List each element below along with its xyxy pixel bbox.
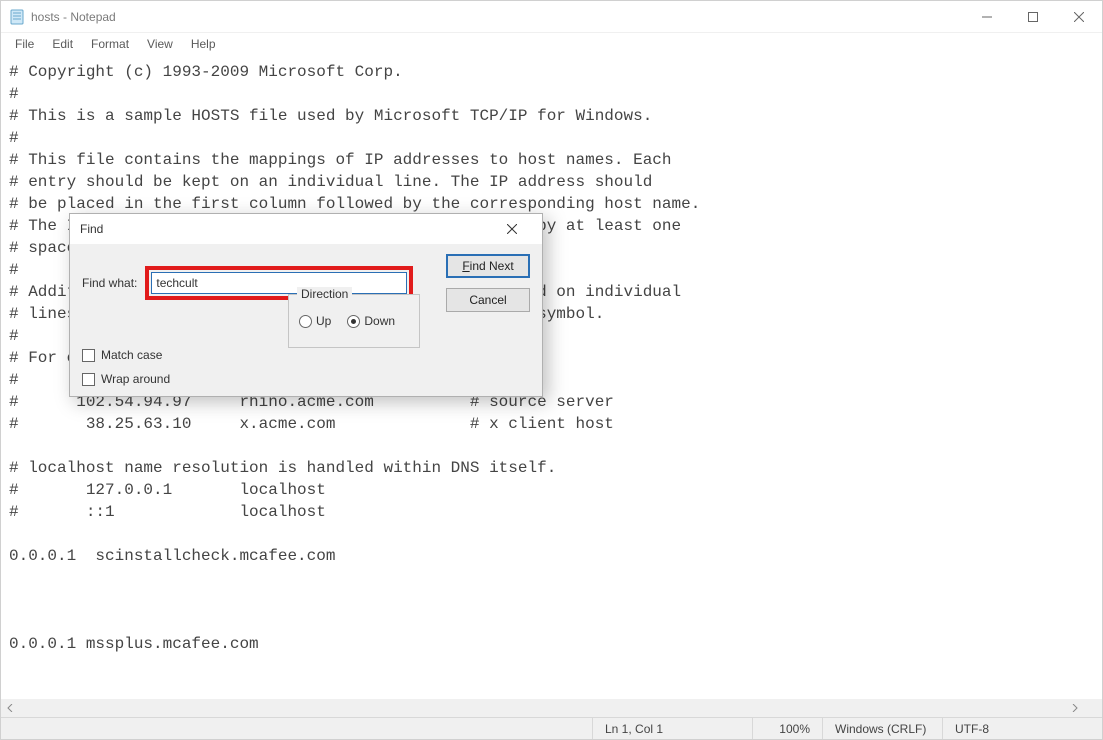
find-input[interactable] <box>151 272 407 294</box>
find-close-button[interactable] <box>492 215 532 243</box>
menu-format[interactable]: Format <box>83 35 137 53</box>
scroll-right-icon[interactable] <box>1066 699 1084 717</box>
direction-legend: Direction <box>297 287 352 301</box>
menu-view[interactable]: View <box>139 35 181 53</box>
menu-edit[interactable]: Edit <box>44 35 81 53</box>
status-charset: UTF-8 <box>942 718 1102 739</box>
find-what-label: Find what: <box>82 276 137 290</box>
scroll-corner <box>1084 699 1102 717</box>
status-zoom: 100% <box>752 718 822 739</box>
window-title: hosts - Notepad <box>31 10 116 24</box>
notepad-icon <box>9 9 25 25</box>
cancel-button[interactable]: Cancel <box>446 288 530 312</box>
direction-down-radio[interactable]: Down <box>347 314 395 328</box>
menu-help[interactable]: Help <box>183 35 224 53</box>
menubar: File Edit Format View Help <box>1 33 1102 55</box>
direction-group: Direction Up Down <box>288 294 420 348</box>
horizontal-scrollbar[interactable] <box>1 699 1084 717</box>
find-dialog: Find Find what: Find Next Cancel Directi… <box>69 213 543 397</box>
titlebar: hosts - Notepad <box>1 1 1102 33</box>
statusbar: Ln 1, Col 1 100% Windows (CRLF) UTF-8 <box>1 717 1102 739</box>
direction-up-radio[interactable]: Up <box>299 314 331 328</box>
window-controls <box>964 1 1102 32</box>
menu-file[interactable]: File <box>7 35 42 53</box>
minimize-button[interactable] <box>964 1 1010 32</box>
match-case-checkbox[interactable]: Match case <box>82 348 170 362</box>
scroll-left-icon[interactable] <box>1 699 19 717</box>
find-next-button[interactable]: Find Next <box>446 254 530 278</box>
scroll-track[interactable] <box>19 699 1066 717</box>
maximize-button[interactable] <box>1010 1 1056 32</box>
close-button[interactable] <box>1056 1 1102 32</box>
status-encoding: Windows (CRLF) <box>822 718 942 739</box>
find-dialog-title: Find <box>80 222 103 236</box>
wrap-around-checkbox[interactable]: Wrap around <box>82 372 170 386</box>
status-position: Ln 1, Col 1 <box>592 718 752 739</box>
find-dialog-titlebar[interactable]: Find <box>70 214 542 244</box>
